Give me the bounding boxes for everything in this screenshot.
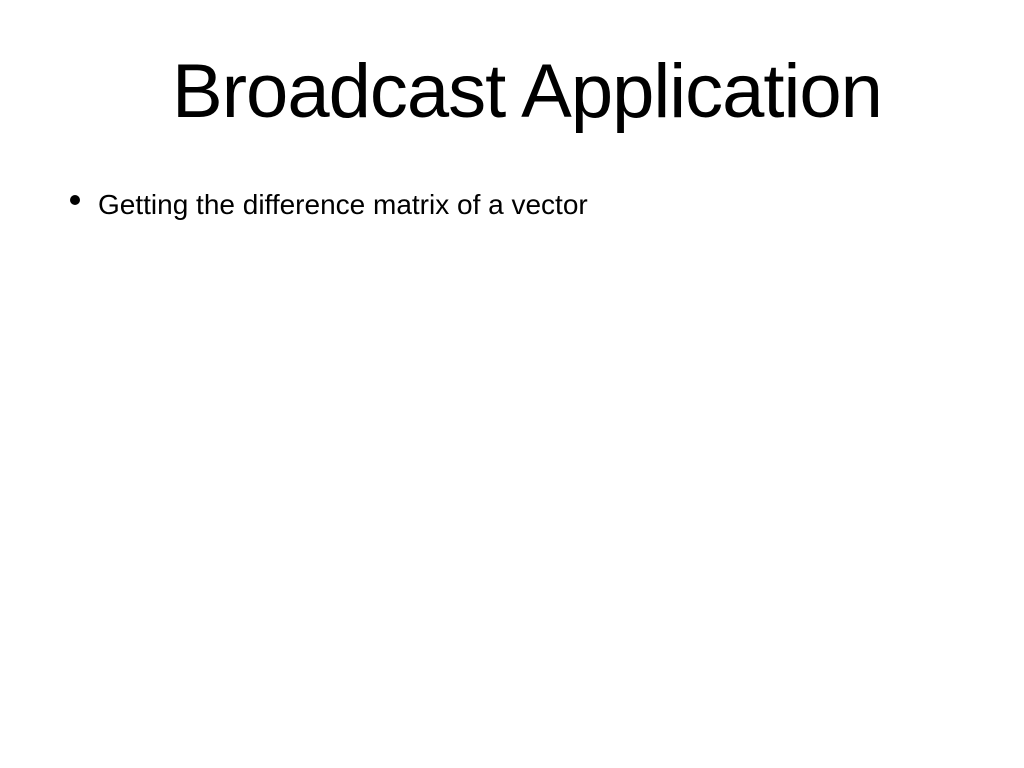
list-item: Getting the difference matrix of a vecto…	[70, 187, 964, 223]
slide-title: Broadcast Application	[90, 48, 964, 135]
bullet-list: Getting the difference matrix of a vecto…	[60, 187, 964, 223]
bullet-icon	[70, 195, 80, 205]
bullet-text: Getting the difference matrix of a vecto…	[98, 187, 588, 223]
slide-container: Broadcast Application Getting the differ…	[0, 0, 1024, 768]
